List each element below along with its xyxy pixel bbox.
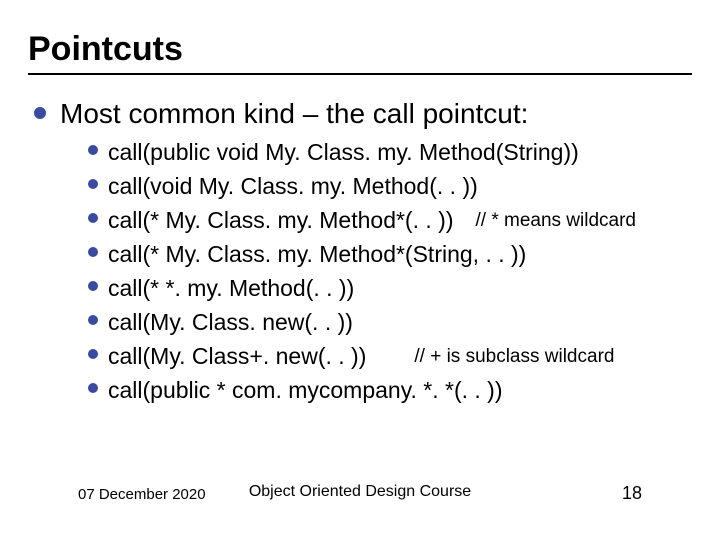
list-item-comment: // + is subclass wildcard [414,340,614,374]
bullet-icon [88,349,98,359]
slide: Pointcuts Most common kind – the call po… [0,0,720,540]
list-item: call(void My. Class. my. Method(. . )) [88,169,692,203]
bullet-icon [88,179,98,189]
title-rule [28,73,692,75]
list-item-text: call(* My. Class. my. Method*(. . )) [108,203,453,237]
bullet-icon [88,247,98,257]
bullet-level1-text: Most common kind – the call pointcut: [60,97,528,131]
bullet-icon [88,281,98,291]
list-item-comment: // * means wildcard [475,204,636,238]
bullet-level1: Most common kind – the call pointcut: [34,97,692,131]
list-item: call(My. Class. new(. . )) [88,305,692,339]
list-item: call(public * com. mycompany. *. *(. . )… [88,373,692,407]
footer-page-number: 18 [622,483,642,504]
list-item: call(My. Class+. new(. . )) // + is subc… [88,339,692,373]
list-item-text: call(My. Class+. new(. . )) [108,339,366,373]
list-item-text: call(public * com. mycompany. *. *(. . )… [108,373,503,407]
bullet-icon [88,383,98,393]
bullet-icon [88,213,98,223]
slide-title: Pointcuts [28,30,692,69]
slide-body: Most common kind – the call pointcut: ca… [28,97,692,407]
list-item-text: call(* *. my. Method(. . )) [108,271,354,305]
bullet-level2-group: call(public void My. Class. my. Method(S… [88,135,692,407]
footer-date: 07 December 2020 [78,486,206,503]
slide-footer: 07 December 2020 Object Oriented Design … [0,483,720,504]
list-item-text: call(public void My. Class. my. Method(S… [108,135,579,169]
list-item-text: call(My. Class. new(. . )) [108,305,353,339]
list-item: call(* My. Class. my. Method*(String, . … [88,237,692,271]
bullet-icon [34,107,46,119]
list-item: call(* *. my. Method(. . )) [88,271,692,305]
list-item: call(* My. Class. my. Method*(. . )) // … [88,203,692,237]
list-item: call(public void My. Class. my. Method(S… [88,135,692,169]
list-item-text: call(* My. Class. my. Method*(String, . … [108,237,526,271]
bullet-icon [88,145,98,155]
footer-course: Object Oriented Design Course [249,483,471,501]
list-item-text: call(void My. Class. my. Method(. . )) [108,169,478,203]
bullet-icon [88,315,98,325]
